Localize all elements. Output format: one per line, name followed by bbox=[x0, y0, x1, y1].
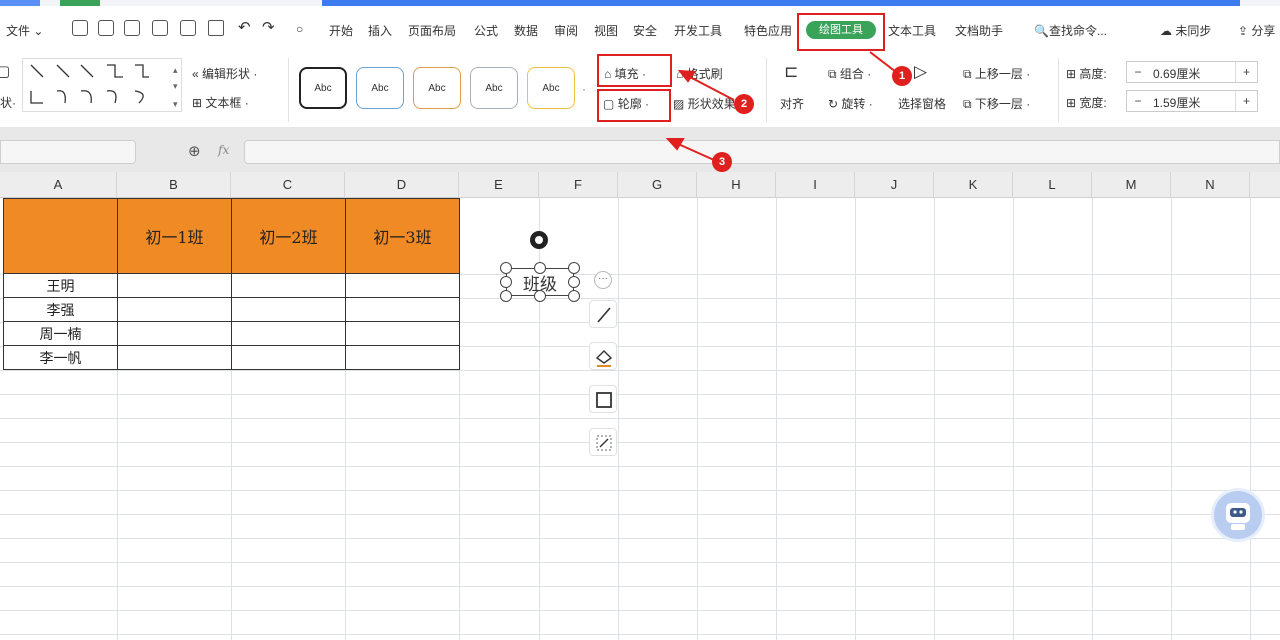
annotation-marker-1: 1 bbox=[892, 66, 912, 86]
robot-face-icon bbox=[1226, 503, 1250, 530]
annotation-arrows bbox=[665, 51, 897, 161]
annotation-marker-3: 3 bbox=[712, 152, 732, 172]
assistant-robot-icon[interactable] bbox=[1211, 488, 1265, 542]
annotation-marker-2: 2 bbox=[734, 94, 754, 114]
